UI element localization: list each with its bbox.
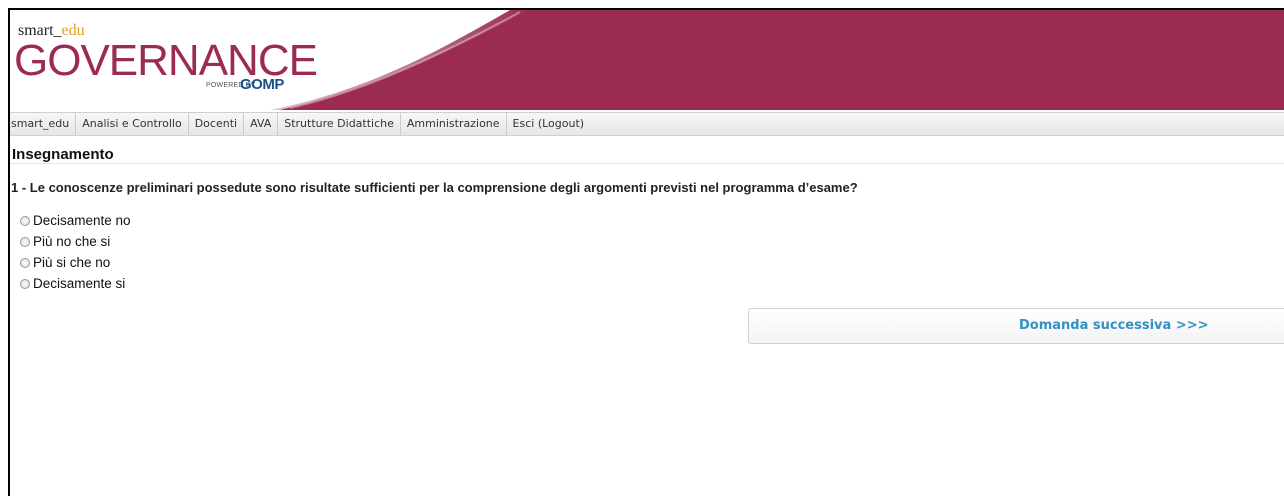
menu-item-analisi-controllo[interactable]: Analisi e Controllo bbox=[76, 113, 189, 135]
page-frame: smart_edu GOVERNANCE POWERED BY GOMP sma… bbox=[8, 8, 1284, 496]
menu-item-strutture-didattiche[interactable]: Strutture Didattiche bbox=[278, 113, 401, 135]
main-menu: smart_edu Analisi e Controllo Docenti AV… bbox=[10, 112, 1284, 136]
option-label: Più no che si bbox=[33, 234, 111, 249]
option-piu-si-che-no[interactable]: Più si che no bbox=[20, 252, 131, 273]
next-question-button[interactable]: Domanda successiva >>> bbox=[748, 308, 1284, 344]
menu-item-amministrazione[interactable]: Amministrazione bbox=[401, 113, 507, 135]
option-label: Decisamente si bbox=[33, 276, 126, 291]
option-label: Più si che no bbox=[33, 255, 111, 270]
next-question-label: Domanda successiva >>> bbox=[1019, 318, 1209, 333]
radio-button[interactable] bbox=[20, 257, 30, 268]
option-piu-no-che-si[interactable]: Più no che si bbox=[20, 231, 131, 252]
radio-button[interactable] bbox=[20, 236, 30, 247]
section-divider bbox=[10, 163, 1284, 164]
radio-button[interactable] bbox=[20, 278, 30, 289]
menu-item-logout[interactable]: Esci (Logout) bbox=[507, 113, 591, 135]
header-banner: smart_edu GOVERNANCE POWERED BY GOMP bbox=[10, 10, 1284, 110]
question-text: 1 - Le conoscenze preliminari possedute … bbox=[11, 180, 858, 195]
menu-item-docenti[interactable]: Docenti bbox=[189, 113, 245, 135]
option-decisamente-no[interactable]: Decisamente no bbox=[20, 210, 131, 231]
gomp-logo: GOMP bbox=[240, 76, 284, 93]
option-decisamente-si[interactable]: Decisamente si bbox=[20, 273, 131, 294]
menu-item-ava[interactable]: AVA bbox=[244, 113, 279, 135]
option-label: Decisamente no bbox=[33, 213, 131, 228]
menu-item-smart-edu[interactable]: smart_edu bbox=[10, 113, 77, 135]
radio-button[interactable] bbox=[20, 215, 30, 226]
answer-options: Decisamente no Più no che si Più si che … bbox=[20, 210, 131, 294]
section-title: Insegnamento bbox=[12, 146, 114, 163]
